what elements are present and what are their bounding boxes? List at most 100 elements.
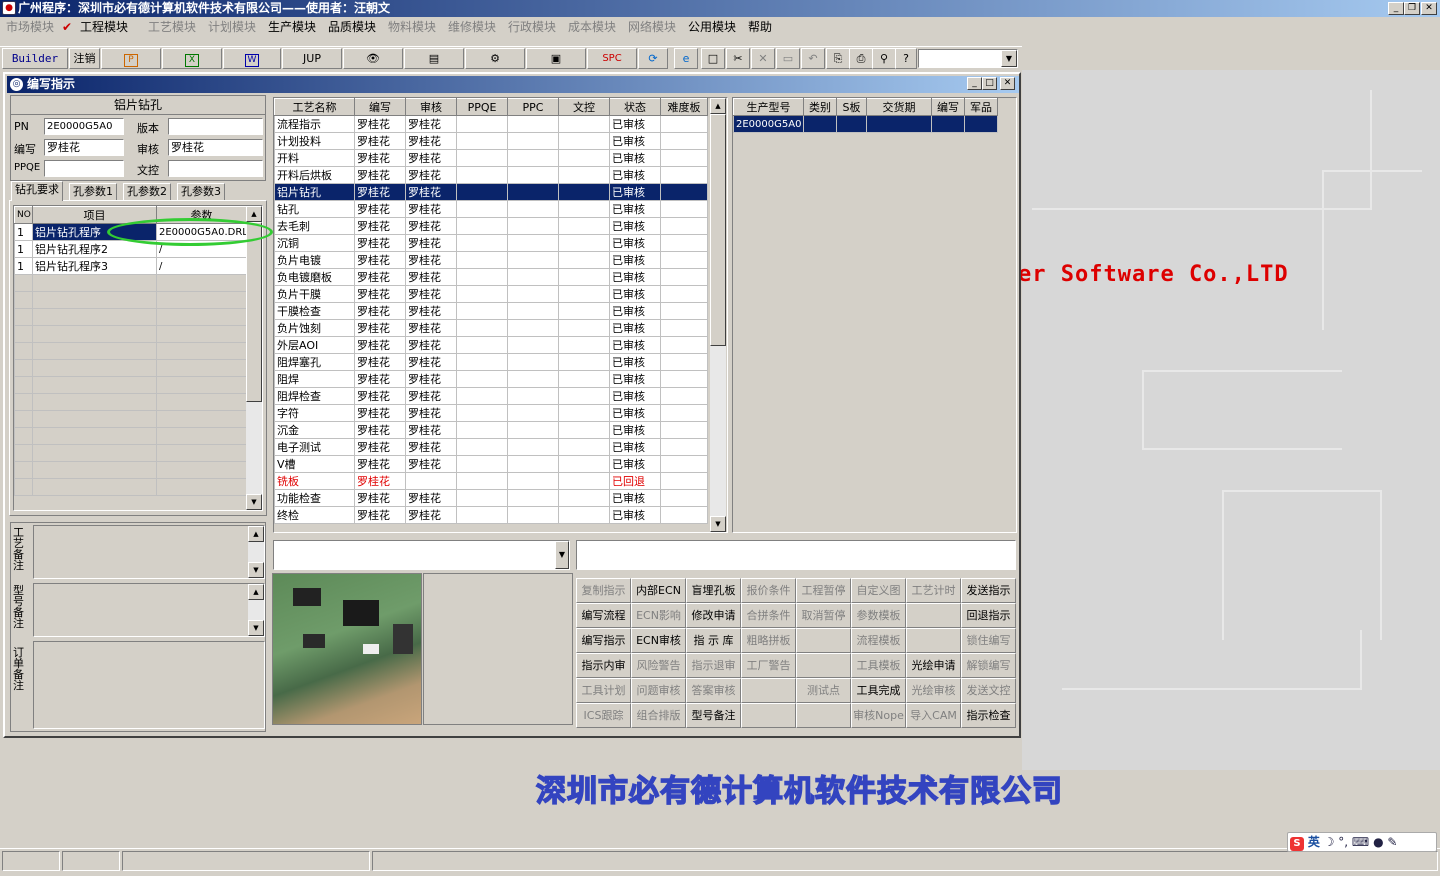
author-field[interactable]: 罗桂花 xyxy=(44,139,124,156)
func-button-3-5[interactable]: 工具模板 xyxy=(851,653,906,678)
process-row[interactable]: 负片干膜 罗桂花 罗桂花 已审核 xyxy=(274,285,708,303)
child-close-button[interactable]: ✕ xyxy=(1000,77,1015,90)
drill-cell-param[interactable] xyxy=(156,478,247,496)
ppqe-field[interactable] xyxy=(44,160,124,177)
tab-hole-param-2[interactable]: 孔参数2 xyxy=(123,183,171,201)
func-button-4-5[interactable]: 工具完成 xyxy=(851,678,906,703)
keyboard-icon[interactable]: ⌨ xyxy=(1352,835,1369,849)
menu-item-9[interactable]: 成本模块 xyxy=(568,17,616,37)
ime-lang[interactable]: 英 xyxy=(1308,835,1320,849)
menu-item-1[interactable]: 工程模块 xyxy=(80,17,128,37)
func-button-0-0[interactable]: 复制指示 xyxy=(576,578,631,603)
preview-button[interactable]: ⎘ xyxy=(826,48,850,69)
process-row[interactable]: 阻焊检查 罗桂花 罗桂花 已审核 xyxy=(274,387,708,405)
network-button[interactable]: ⚙ xyxy=(465,48,525,69)
scroll-down-icon[interactable]: ▼ xyxy=(710,516,726,532)
close-button[interactable]: ✕ xyxy=(1421,2,1437,15)
database-button[interactable]: ▤ xyxy=(404,48,464,69)
model-notes-field[interactable]: ▲ ▼ xyxy=(33,583,265,637)
func-button-0-2[interactable]: 盲埋孔板 xyxy=(686,578,741,603)
drill-row[interactable] xyxy=(14,393,247,411)
print-button[interactable]: ⎙ xyxy=(849,48,873,69)
drill-cell-param[interactable] xyxy=(156,427,247,445)
func-button-3-1[interactable]: 风险警告 xyxy=(631,653,686,678)
word-button[interactable]: W xyxy=(223,48,281,69)
drill-row[interactable] xyxy=(14,444,247,462)
func-button-2-3[interactable]: 粗略拼板 xyxy=(741,628,796,653)
process-row[interactable]: 沉铜 罗桂花 罗桂花 已审核 xyxy=(274,234,708,252)
drill-row[interactable] xyxy=(14,376,247,394)
scroll-up-icon[interactable]: ▲ xyxy=(710,98,726,114)
wrench-icon[interactable]: ✎ xyxy=(1387,835,1397,849)
drill-row[interactable] xyxy=(14,325,247,343)
drill-row[interactable] xyxy=(14,291,247,309)
drill-cell-param[interactable] xyxy=(156,359,247,377)
func-button-2-6[interactable] xyxy=(906,628,961,653)
process-scrollbar[interactable]: ▲ ▼ xyxy=(710,98,726,532)
drill-row[interactable] xyxy=(14,359,247,377)
func-button-5-2[interactable]: 型号备注 xyxy=(686,703,741,728)
process-row[interactable]: 计划投料 罗桂花 罗桂花 已审核 xyxy=(274,132,708,150)
func-button-1-3[interactable]: 合拼条件 xyxy=(741,603,796,628)
menu-item-5[interactable]: 品质模块 xyxy=(328,17,376,37)
func-button-1-4[interactable]: 取消暂停 xyxy=(796,603,851,628)
drill-cell-param[interactable] xyxy=(156,274,247,292)
minimize-button[interactable]: _ xyxy=(1388,2,1404,15)
func-button-5-5[interactable]: 审核Nope xyxy=(851,703,906,728)
process-row[interactable]: 负片蚀刻 罗桂花 罗桂花 已审核 xyxy=(274,319,708,337)
menu-item-6[interactable]: 物料模块 xyxy=(388,17,436,37)
process-row[interactable]: 铝片钻孔 罗桂花 罗桂花 已审核 xyxy=(274,183,708,201)
menu-item-8[interactable]: 行政模块 xyxy=(508,17,556,37)
func-button-3-0[interactable]: 指示内审 xyxy=(576,653,631,678)
process-row[interactable]: 开料 罗桂花 罗桂花 已审核 xyxy=(274,149,708,167)
drill-cell-param[interactable] xyxy=(156,444,247,462)
func-button-0-7[interactable]: 发送指示 xyxy=(961,578,1016,603)
computer-button[interactable]: ▣ xyxy=(526,48,586,69)
toolbar-combo[interactable]: ▼ xyxy=(918,49,1018,68)
process-row[interactable]: 外层AOI 罗桂花 罗桂花 已审核 xyxy=(274,336,708,354)
drill-scrollbar[interactable]: ▲ ▼ xyxy=(246,206,262,510)
func-button-0-6[interactable]: 工艺计时 xyxy=(906,578,961,603)
drill-cell-param[interactable] xyxy=(156,393,247,411)
drill-row[interactable] xyxy=(14,427,247,445)
func-button-1-6[interactable] xyxy=(906,603,961,628)
process-row[interactable]: 去毛刺 罗桂花 罗桂花 已审核 xyxy=(274,217,708,235)
moon-icon[interactable]: ☽ xyxy=(1324,835,1335,849)
func-button-2-5[interactable]: 流程模板 xyxy=(851,628,906,653)
undo-button[interactable]: ↶ xyxy=(801,48,825,69)
child-minimize-button[interactable]: _ xyxy=(967,77,982,90)
chevron-down-icon[interactable]: ▼ xyxy=(555,541,569,569)
menu-item-4[interactable]: 生产模块 xyxy=(268,17,316,37)
tab-hole-param-1[interactable]: 孔参数1 xyxy=(69,183,117,201)
func-button-5-0[interactable]: ICS跟踪 xyxy=(576,703,631,728)
find-button[interactable]: ⚲ xyxy=(872,48,896,69)
model-row[interactable]: 2E0000G5A0 xyxy=(733,115,998,133)
drill-cell-param[interactable] xyxy=(156,291,247,309)
func-button-2-7[interactable]: 锁住编写 xyxy=(961,628,1016,653)
chevron-down-icon[interactable]: ▼ xyxy=(1001,50,1017,67)
func-button-5-6[interactable]: 导入CAM xyxy=(906,703,961,728)
scroll-up-icon[interactable]: ▲ xyxy=(246,206,262,222)
drill-row[interactable] xyxy=(14,478,247,496)
func-button-5-3[interactable] xyxy=(741,703,796,728)
func-button-0-5[interactable]: 自定义图 xyxy=(851,578,906,603)
restore-button[interactable]: ❐ xyxy=(1404,2,1420,15)
version-field[interactable] xyxy=(168,118,263,135)
func-button-3-4[interactable] xyxy=(796,653,851,678)
func-button-5-1[interactable]: 组合排版 xyxy=(631,703,686,728)
func-button-2-1[interactable]: ECN审核 xyxy=(631,628,686,653)
process-row[interactable]: 功能检查 罗桂花 罗桂花 已审核 xyxy=(274,489,708,507)
drill-cell-param[interactable] xyxy=(156,410,247,428)
process-row[interactable]: 流程指示 罗桂花 罗桂花 已审核 xyxy=(274,115,708,133)
save-button[interactable]: ▭ xyxy=(776,48,800,69)
tab-drill-requirements[interactable]: 钻孔要求 xyxy=(11,181,63,201)
func-button-1-0[interactable]: 编写流程 xyxy=(576,603,631,628)
scroll-down-icon[interactable]: ▼ xyxy=(246,494,262,510)
menu-item-2[interactable]: 工艺模块 xyxy=(148,17,196,37)
process-row[interactable]: 阻焊塞孔 罗桂花 罗桂花 已审核 xyxy=(274,353,708,371)
func-button-1-2[interactable]: 修改申请 xyxy=(686,603,741,628)
func-button-4-4[interactable]: 测试点 xyxy=(796,678,851,703)
drill-row[interactable]: 1 铝片钻孔程序3/ xyxy=(14,257,247,275)
help-button[interactable]: ? xyxy=(895,48,917,69)
process-row[interactable]: 字符 罗桂花 罗桂花 已审核 xyxy=(274,404,708,422)
